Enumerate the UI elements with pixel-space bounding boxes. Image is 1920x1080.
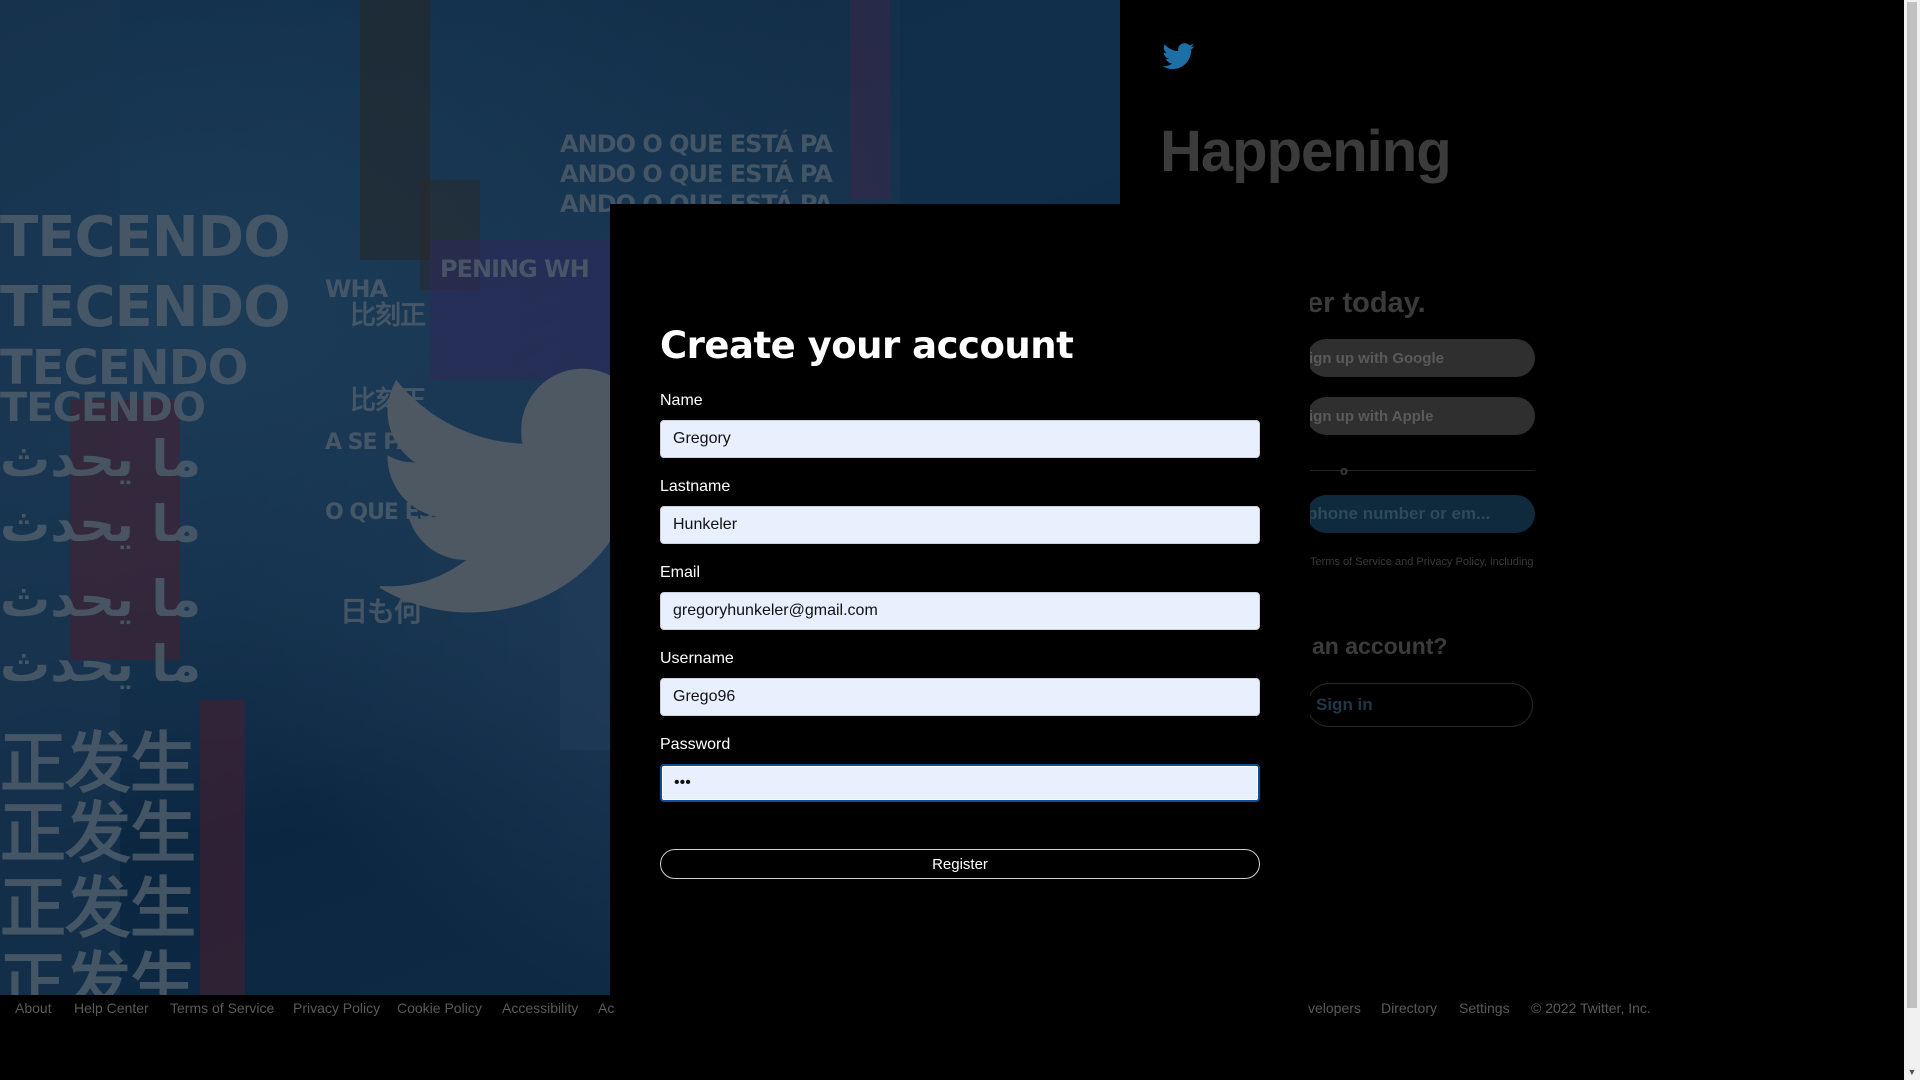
phone-signup-button[interactable]: phone number or em... [1307, 495, 1535, 533]
hero-stripe [200, 700, 245, 995]
footer-link-about[interactable]: About [15, 1000, 52, 1016]
hero-text: PENING WH [440, 255, 590, 283]
footer-link-settings[interactable]: Settings [1459, 1000, 1510, 1016]
hero-text: ما يحدث [0, 635, 202, 693]
modal-title: Create your account [660, 324, 1074, 367]
password-field[interactable] [660, 764, 1260, 802]
twitter-logo-icon [1162, 43, 1195, 70]
google-signup-label: ign up with Google [1309, 349, 1444, 367]
footer-link-help-center[interactable]: Help Center [74, 1000, 149, 1016]
footer-link-developers[interactable]: velopers [1308, 1000, 1361, 1016]
apple-signup-label: ign up with Apple [1309, 407, 1434, 425]
password-label: Password [660, 736, 731, 753]
hero-text: WHA [325, 275, 388, 303]
scrollbar-thumb[interactable] [1907, 2, 1917, 1008]
lastname-field[interactable] [660, 506, 1260, 544]
hero-text: ANDO O QUE ESTÁ PA [560, 130, 833, 158]
lastname-label: Lastname [660, 478, 731, 495]
footer-link-privacy[interactable]: Privacy Policy [293, 1000, 380, 1016]
hero-text: TECENDO [0, 205, 291, 270]
signin-button[interactable]: Sign in [1307, 683, 1533, 727]
have-account-heading: an account? [1312, 633, 1448, 659]
register-button[interactable]: Register [660, 849, 1260, 879]
footer-link-terms[interactable]: Terms of Service [170, 1000, 274, 1016]
hero-text: ما يحدث [0, 495, 202, 553]
hero-text: TECENDO [0, 385, 206, 431]
hero-stripe [900, 0, 1120, 205]
name-field[interactable] [660, 420, 1260, 458]
hero-text: TECENDO [0, 275, 291, 340]
signin-label: Sign in [1316, 695, 1373, 714]
or-label: o [1340, 463, 1348, 478]
username-field[interactable] [660, 678, 1260, 716]
footer-link-accessibility[interactable]: Accessibility [502, 1000, 578, 1016]
page-scrollbar[interactable]: ▼ [1904, 0, 1920, 1080]
hero-text: ما يحدث [0, 430, 202, 488]
phone-signup-label: phone number or em... [1307, 504, 1491, 523]
name-label: Name [660, 392, 703, 409]
google-signup-button[interactable]: ign up with Google [1307, 339, 1535, 377]
hero-text: ما يحدث [0, 570, 202, 628]
footer-nav: About Help Center Terms of Service Priva… [0, 1000, 1904, 1020]
happening-title: Happening [1160, 119, 1452, 184]
hero-stripe [850, 0, 890, 200]
hero-text: ANDO O QUE ESTÁ PA [560, 160, 833, 188]
footer-link-cookie[interactable]: Cookie Policy [397, 1000, 482, 1016]
username-label: Username [660, 650, 734, 667]
footer-link-directory[interactable]: Directory [1381, 1000, 1437, 1016]
terms-notice: Terms of Service and Privacy Policy, inc… [1310, 556, 1534, 568]
hero-text: 正发生 [0, 945, 196, 995]
email-field[interactable] [660, 592, 1260, 630]
create-account-modal: Create your account Name Lastname Email … [610, 204, 1310, 995]
apple-signup-button[interactable]: ign up with Apple [1307, 397, 1535, 435]
join-subtitle: er today. [1307, 287, 1426, 319]
footer-link-ads[interactable]: Ac [598, 1000, 614, 1016]
email-label: Email [660, 564, 701, 581]
scroll-down-arrow-icon[interactable]: ▼ [1904, 1064, 1920, 1080]
footer-copyright: © 2022 Twitter, Inc. [1531, 1000, 1651, 1016]
